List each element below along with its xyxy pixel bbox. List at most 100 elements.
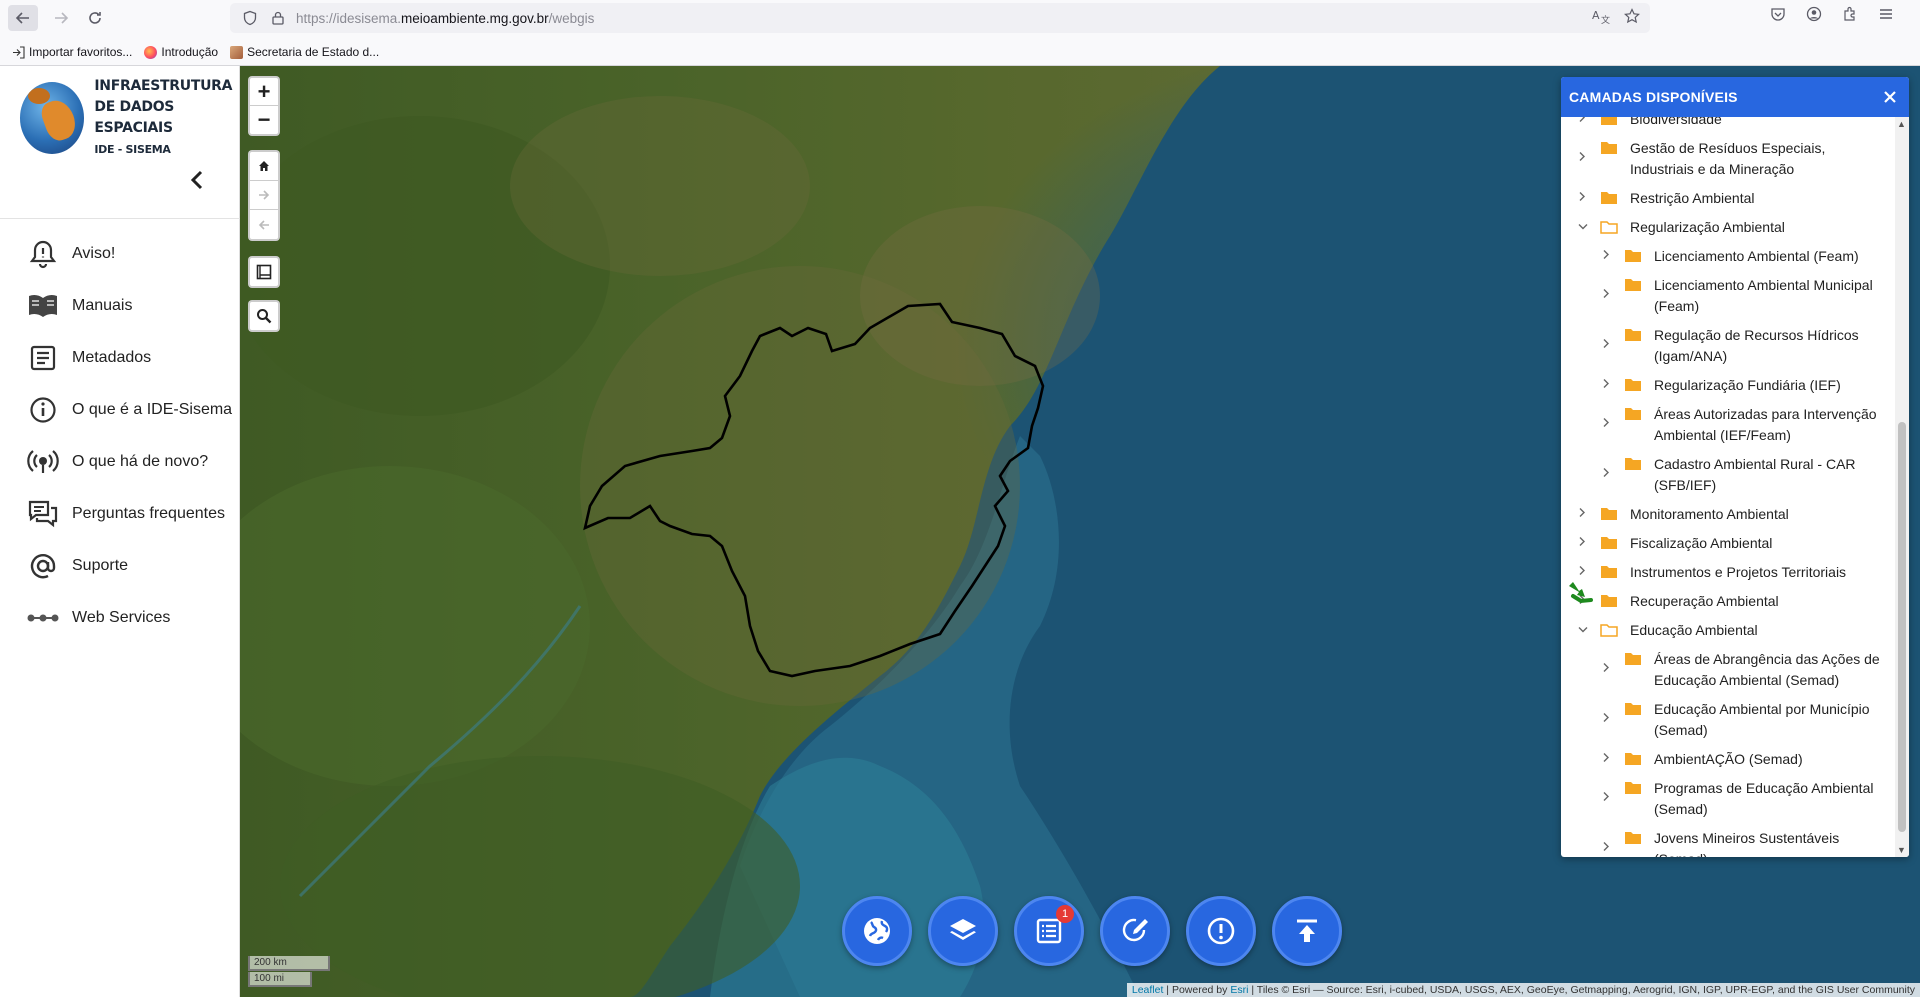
scroll-up-icon[interactable]: ▲ (1897, 119, 1906, 129)
url-text: https://idesisema.meioambiente.mg.gov.br… (296, 10, 595, 26)
bookmark-import[interactable]: Importar favoritos... (12, 45, 132, 59)
layer-group-item[interactable]: Recuperação Ambiental (1561, 587, 1895, 616)
layer-group-item[interactable]: Restrição Ambiental (1561, 184, 1895, 213)
navigation-control (248, 150, 280, 241)
layers-panel: CAMADAS DISPONÍVEIS Biodiversidade Gestão… (1561, 77, 1909, 857)
layer-group-item[interactable]: AmbientAÇÃO (Semad) (1561, 745, 1895, 774)
search-button[interactable] (248, 300, 280, 332)
sidebar-item-aviso[interactable]: Aviso! (0, 228, 240, 280)
next-extent-button[interactable] (250, 181, 278, 210)
chevron-right-icon[interactable] (1578, 533, 1586, 554)
forward-button[interactable] (46, 5, 76, 31)
chevron-right-icon[interactable] (1602, 465, 1610, 486)
account-icon[interactable] (1806, 6, 1822, 26)
chevron-right-icon[interactable] (1578, 149, 1586, 170)
ide-sisema-logo[interactable]: INFRAESTRUTURA DE DADOS ESPACIAIS IDE - … (20, 76, 240, 160)
layer-group-item[interactable]: Gestão de Resíduos Especiais, Industriai… (1561, 134, 1895, 184)
layer-group-item[interactable]: Regularização Ambiental (1561, 213, 1895, 242)
translate-icon[interactable]: A文 (1592, 8, 1610, 28)
layer-group-item[interactable]: Áreas de Abrangência das Ações de Educaç… (1561, 645, 1895, 695)
panel-scrollbar[interactable]: ▲ ▼ (1895, 117, 1909, 857)
bookmark-introducao[interactable]: Introdução (144, 45, 218, 59)
lock-icon[interactable] (272, 11, 284, 25)
sidebar: INFRAESTRUTURA DE DADOS ESPACIAIS IDE - … (0, 66, 240, 997)
legend-button[interactable]: 1 (1014, 896, 1084, 966)
extensions-icon[interactable] (1842, 6, 1858, 26)
sidebar-item-metadados[interactable]: Metadados (0, 332, 240, 384)
chevron-right-icon[interactable] (1602, 710, 1610, 731)
layer-group-item[interactable]: Programas de Educação Ambiental (Semad) (1561, 774, 1895, 824)
upload-button[interactable] (1272, 896, 1342, 966)
menu-icon[interactable] (1878, 6, 1894, 26)
layer-group-item[interactable]: Educação Ambiental (1561, 616, 1895, 645)
chevron-right-icon[interactable] (1602, 789, 1610, 810)
scroll-down-icon[interactable]: ▼ (1897, 845, 1906, 855)
layer-group-item[interactable]: Instrumentos e Projetos Territoriais (1561, 558, 1895, 587)
back-button[interactable] (8, 5, 38, 31)
chevron-right-icon[interactable] (1602, 839, 1610, 858)
pocket-icon[interactable] (1770, 6, 1786, 26)
draw-button[interactable] (1100, 896, 1170, 966)
search-icon (257, 309, 272, 324)
layer-group-item[interactable]: Licenciamento Ambiental (Feam) (1561, 242, 1895, 271)
chevron-right-icon[interactable] (1578, 504, 1586, 525)
info-icon (26, 395, 60, 425)
layer-group-item[interactable]: Fiscalização Ambiental (1561, 529, 1895, 558)
zoom-in-button[interactable]: + (250, 78, 278, 106)
reload-button[interactable] (80, 5, 110, 31)
layer-group-item[interactable]: Jovens Mineiros Sustentáveis (Semad) (1561, 824, 1895, 857)
sidebar-item-o-que-e[interactable]: O que é a IDE-Sisema (0, 384, 240, 436)
shield-icon[interactable] (242, 10, 258, 26)
broadcast-icon (26, 447, 60, 477)
layer-group-item[interactable]: Cadastro Ambiental Rural - CAR (SFB/IEF) (1561, 450, 1895, 500)
layers-button[interactable] (928, 896, 998, 966)
layer-group-label: Áreas Autorizadas para Intervenção Ambie… (1654, 406, 1877, 443)
import-icon (13, 45, 25, 59)
sidebar-item-perguntas[interactable]: Perguntas frequentes (0, 488, 240, 540)
chevron-right-icon[interactable] (1602, 286, 1610, 307)
sidebar-item-web-services[interactable]: Web Services (0, 592, 240, 644)
chevron-right-icon[interactable] (1602, 246, 1610, 267)
folder-icon (1600, 564, 1618, 580)
arrow-right-icon (259, 190, 270, 200)
document-icon (26, 343, 60, 373)
chevron-right-icon[interactable] (1602, 336, 1610, 357)
close-panel-button[interactable] (1879, 86, 1901, 108)
site-favicon-icon (230, 45, 244, 59)
layer-group-item[interactable]: Monitoramento Ambiental (1561, 500, 1895, 529)
home-button[interactable] (250, 152, 278, 181)
chevron-down-icon[interactable] (1578, 620, 1588, 641)
chevron-right-icon[interactable] (1602, 749, 1610, 770)
chevron-right-icon[interactable] (1578, 188, 1586, 209)
ruler-icon (256, 264, 272, 280)
address-bar[interactable]: https://idesisema.meioambiente.mg.gov.br… (230, 3, 1650, 33)
basemap-button[interactable] (842, 896, 912, 966)
measure-button[interactable] (248, 256, 280, 288)
layer-group-item[interactable]: Regulação de Recursos Hídricos (Igam/ANA… (1561, 321, 1895, 371)
leaflet-link[interactable]: Leaflet (1132, 984, 1164, 996)
esri-link[interactable]: Esri (1230, 984, 1248, 996)
chevron-down-icon[interactable] (1578, 217, 1588, 238)
chevron-right-icon[interactable] (1602, 660, 1610, 681)
bookmark-secretaria[interactable]: Secretaria de Estado d... (230, 45, 379, 59)
zoom-control: + − (248, 76, 280, 136)
map-attribution: Leaflet | Powered by Esri | Tiles © Esri… (1126, 983, 1920, 997)
alert-button[interactable] (1186, 896, 1256, 966)
collapse-sidebar-button[interactable] (190, 166, 204, 197)
sidebar-item-manuais[interactable]: Manuais (0, 280, 240, 332)
sidebar-item-suporte[interactable]: Suporte (0, 540, 240, 592)
bookmark-star-icon[interactable] (1624, 8, 1640, 28)
layer-group-item[interactable]: Licenciamento Ambiental Municipal (Feam) (1561, 271, 1895, 321)
chevron-right-icon[interactable] (1578, 117, 1586, 130)
chevron-right-icon[interactable] (1602, 415, 1610, 436)
scroll-thumb[interactable] (1898, 422, 1906, 832)
layer-group-item[interactable]: Biodiversidade (1561, 117, 1895, 134)
zoom-out-button[interactable]: − (250, 106, 278, 134)
previous-extent-button[interactable] (250, 210, 278, 239)
chevron-right-icon[interactable] (1578, 562, 1586, 583)
layer-group-item[interactable]: Áreas Autorizadas para Intervenção Ambie… (1561, 400, 1895, 450)
layer-group-item[interactable]: Regularização Fundiária (IEF) (1561, 371, 1895, 400)
chevron-right-icon[interactable] (1602, 375, 1610, 396)
layer-group-item[interactable]: Educação Ambiental por Município (Semad) (1561, 695, 1895, 745)
sidebar-item-novidades[interactable]: O que há de novo? (0, 436, 240, 488)
